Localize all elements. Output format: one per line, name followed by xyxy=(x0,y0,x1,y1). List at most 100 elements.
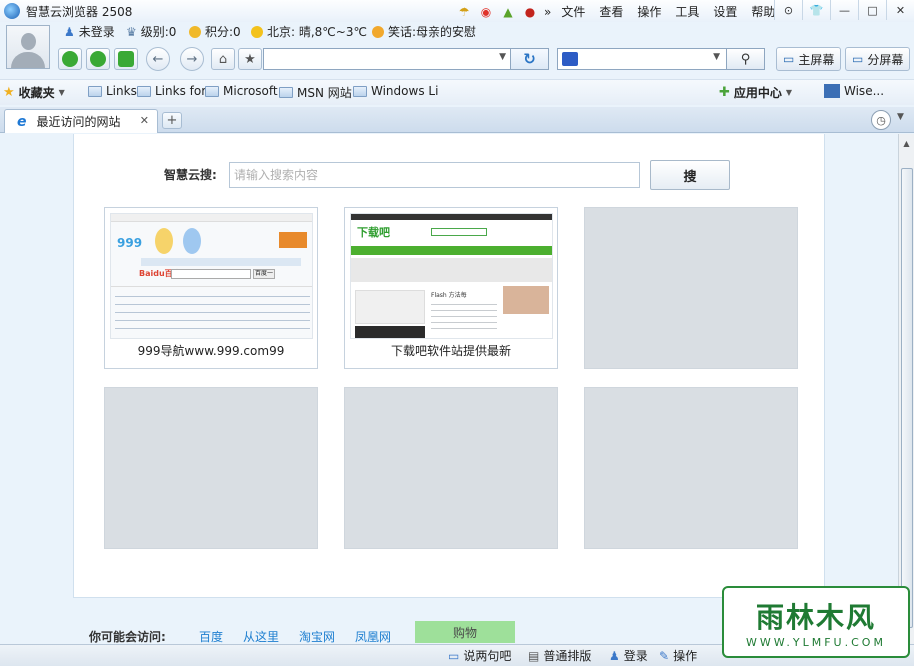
favorites-label: 收藏夹 xyxy=(18,86,55,100)
menu-settings[interactable]: 设置 xyxy=(709,2,741,21)
forward-arrow-icon: → xyxy=(186,51,198,67)
search-submit-button[interactable]: 搜 xyxy=(650,160,730,190)
bookmark-label: Windows Li xyxy=(371,84,439,98)
wise-bookmark[interactable]: Wise... xyxy=(824,84,884,98)
suggested-link[interactable]: 从这里 xyxy=(243,628,279,645)
layout-label: 普通排版 xyxy=(543,649,592,663)
wise-label: Wise... xyxy=(844,84,885,98)
tab-menu-icon[interactable]: ▼ xyxy=(897,112,904,122)
main-screen-label: 主屏幕 xyxy=(798,52,835,67)
folder-icon xyxy=(137,85,151,97)
status-ops-button[interactable]: ✎ 操作 xyxy=(659,647,697,664)
empty-speed-dial-tile[interactable] xyxy=(104,387,318,549)
menu-tools[interactable]: 工具 xyxy=(671,2,703,21)
scrollbar-thumb[interactable] xyxy=(901,168,913,628)
weather-info[interactable]: 北京: 晴,8℃~3℃ xyxy=(251,23,367,40)
home-button[interactable]: ⌂ xyxy=(211,48,235,70)
bookmark-links[interactable]: Links xyxy=(88,84,137,98)
tab-close-icon[interactable]: ✕ xyxy=(140,114,149,127)
watermark-url: WWW.YLMFU.COM xyxy=(746,635,886,649)
clock-icon: ◷ xyxy=(876,113,886,127)
chat-status-label: 说两句吧 xyxy=(463,649,512,663)
empty-speed-dial-tile[interactable] xyxy=(584,387,798,549)
minimize-button[interactable]: — xyxy=(830,0,858,20)
suggested-link[interactable]: 百度 xyxy=(199,628,223,645)
compass-button[interactable] xyxy=(86,48,110,70)
maximize-button[interactable]: □ xyxy=(858,0,886,20)
bookmark-windows-live[interactable]: Windows Li xyxy=(353,84,438,98)
suggested-link[interactable]: 凤凰网 xyxy=(355,628,391,645)
menu-operate[interactable]: 操作 xyxy=(633,2,665,21)
search-dropdown-icon[interactable]: ▼ xyxy=(713,52,720,62)
address-dropdown-icon[interactable]: ▼ xyxy=(499,52,506,62)
search-input[interactable]: 请输入搜索内容 xyxy=(229,162,640,188)
favorites-menu[interactable]: ★ 收藏夹 ▼ xyxy=(3,84,65,101)
level-icon: ♛ xyxy=(126,24,137,39)
split-monitor-icon: ▭ xyxy=(852,52,864,66)
skin-icon[interactable]: 👕 xyxy=(802,0,830,20)
joke-label[interactable]: 笑话:母亲的安慰 xyxy=(388,23,476,40)
speed-dial-tile[interactable]: 下载吧 Flash 方法每 下载吧软件站提供最新 xyxy=(344,207,558,369)
app-center-button[interactable]: ✚ 应用中心 ▼ xyxy=(719,84,792,101)
joke-info[interactable]: 笑话:母亲的安慰 xyxy=(372,23,476,40)
thumb-divider xyxy=(111,286,312,287)
cloud-button[interactable] xyxy=(58,48,82,70)
speed-dial-tile[interactable]: 999 Baidu百度 百度一下 999导航www.999.com99 xyxy=(104,207,318,369)
sun-icon xyxy=(251,25,263,38)
level-label: 级别:0 xyxy=(140,25,177,39)
refresh-button[interactable]: ↻ xyxy=(511,48,549,70)
back-button[interactable]: ← xyxy=(146,47,170,71)
suggested-link[interactable]: 淘宝网 xyxy=(299,628,335,645)
weather-label: 北京: 晴,8℃~3℃ xyxy=(267,25,367,39)
status-login-button[interactable]: ♟ 登录 xyxy=(609,647,648,664)
empty-speed-dial-tile[interactable] xyxy=(344,387,558,549)
thumb-topbar xyxy=(351,214,552,220)
title-bar: 智慧云浏览器 2508 ☂ ◉ ▲ ● » 文件 查看 操作 工具 设置 帮助 … xyxy=(0,0,914,22)
watermark-logo: 雨林木风 WWW.YLMFU.COM xyxy=(722,586,910,658)
address-bar[interactable]: ▼ xyxy=(263,48,511,70)
android-icon[interactable]: ▲ xyxy=(500,4,516,20)
search-engine-icon[interactable] xyxy=(562,52,578,66)
bookmark-links-for[interactable]: Links for xyxy=(137,84,206,98)
vertical-scrollbar[interactable]: ▲ ▼ xyxy=(898,134,914,644)
shopping-button[interactable]: 购物 xyxy=(415,621,515,643)
tab-recent-sites[interactable]: e 最近访问的网站 ✕ xyxy=(4,109,158,133)
window-controls: ⊙ 👕 — □ ✕ xyxy=(774,0,914,20)
download-icon[interactable]: ⊙ xyxy=(774,0,802,20)
avatar[interactable] xyxy=(6,25,50,69)
scroll-up-icon[interactable]: ▲ xyxy=(901,136,912,150)
chat-button[interactable] xyxy=(114,48,138,70)
history-button[interactable]: ◷ xyxy=(871,110,891,130)
thumb-dark-strip xyxy=(355,326,425,338)
login-status[interactable]: ♟ 未登录 xyxy=(64,23,115,40)
stop-icon[interactable]: ● xyxy=(522,4,538,20)
points-info: 积分:0 xyxy=(189,23,241,40)
split-screen-label: 分屏幕 xyxy=(867,52,904,67)
bookmark-msn[interactable]: MSN 网站 xyxy=(279,84,352,101)
weibo-icon[interactable]: ◉ xyxy=(478,4,494,20)
bookmark-label: MSN 网站 xyxy=(297,86,352,100)
layout-button[interactable]: ▤ 普通排版 xyxy=(528,647,591,664)
empty-speed-dial-tile[interactable] xyxy=(584,207,798,369)
thumb-searchbox xyxy=(171,269,251,279)
new-tab-button[interactable]: + xyxy=(162,112,182,129)
thumb-logo-xzb: 下载吧 xyxy=(357,226,390,239)
thumb-lines xyxy=(431,300,497,334)
menu-file[interactable]: 文件 xyxy=(557,2,589,21)
forward-button[interactable]: → xyxy=(180,47,204,71)
star-icon: ★ xyxy=(244,51,256,67)
coin-icon xyxy=(189,25,201,38)
split-screen-button[interactable]: ▭ 分屏幕 xyxy=(845,47,911,71)
umbrella-icon[interactable]: ☂ xyxy=(456,4,472,20)
toolbar-search-button[interactable]: ⚲ xyxy=(727,48,765,70)
menu-more[interactable]: » xyxy=(544,5,551,19)
favorite-button[interactable]: ★ xyxy=(238,48,262,70)
main-screen-button[interactable]: ▭ 主屏幕 xyxy=(776,47,842,71)
chat-status-button[interactable]: ▭ 说两句吧 xyxy=(448,647,511,664)
menu-view[interactable]: 查看 xyxy=(595,2,627,21)
bookmark-microsoft[interactable]: Microsoft xyxy=(205,84,278,98)
toolbar-search-input[interactable]: ▼ xyxy=(557,48,727,70)
wise-icon xyxy=(824,84,840,98)
plus-icon: + xyxy=(166,113,178,128)
close-button[interactable]: ✕ xyxy=(886,0,914,20)
